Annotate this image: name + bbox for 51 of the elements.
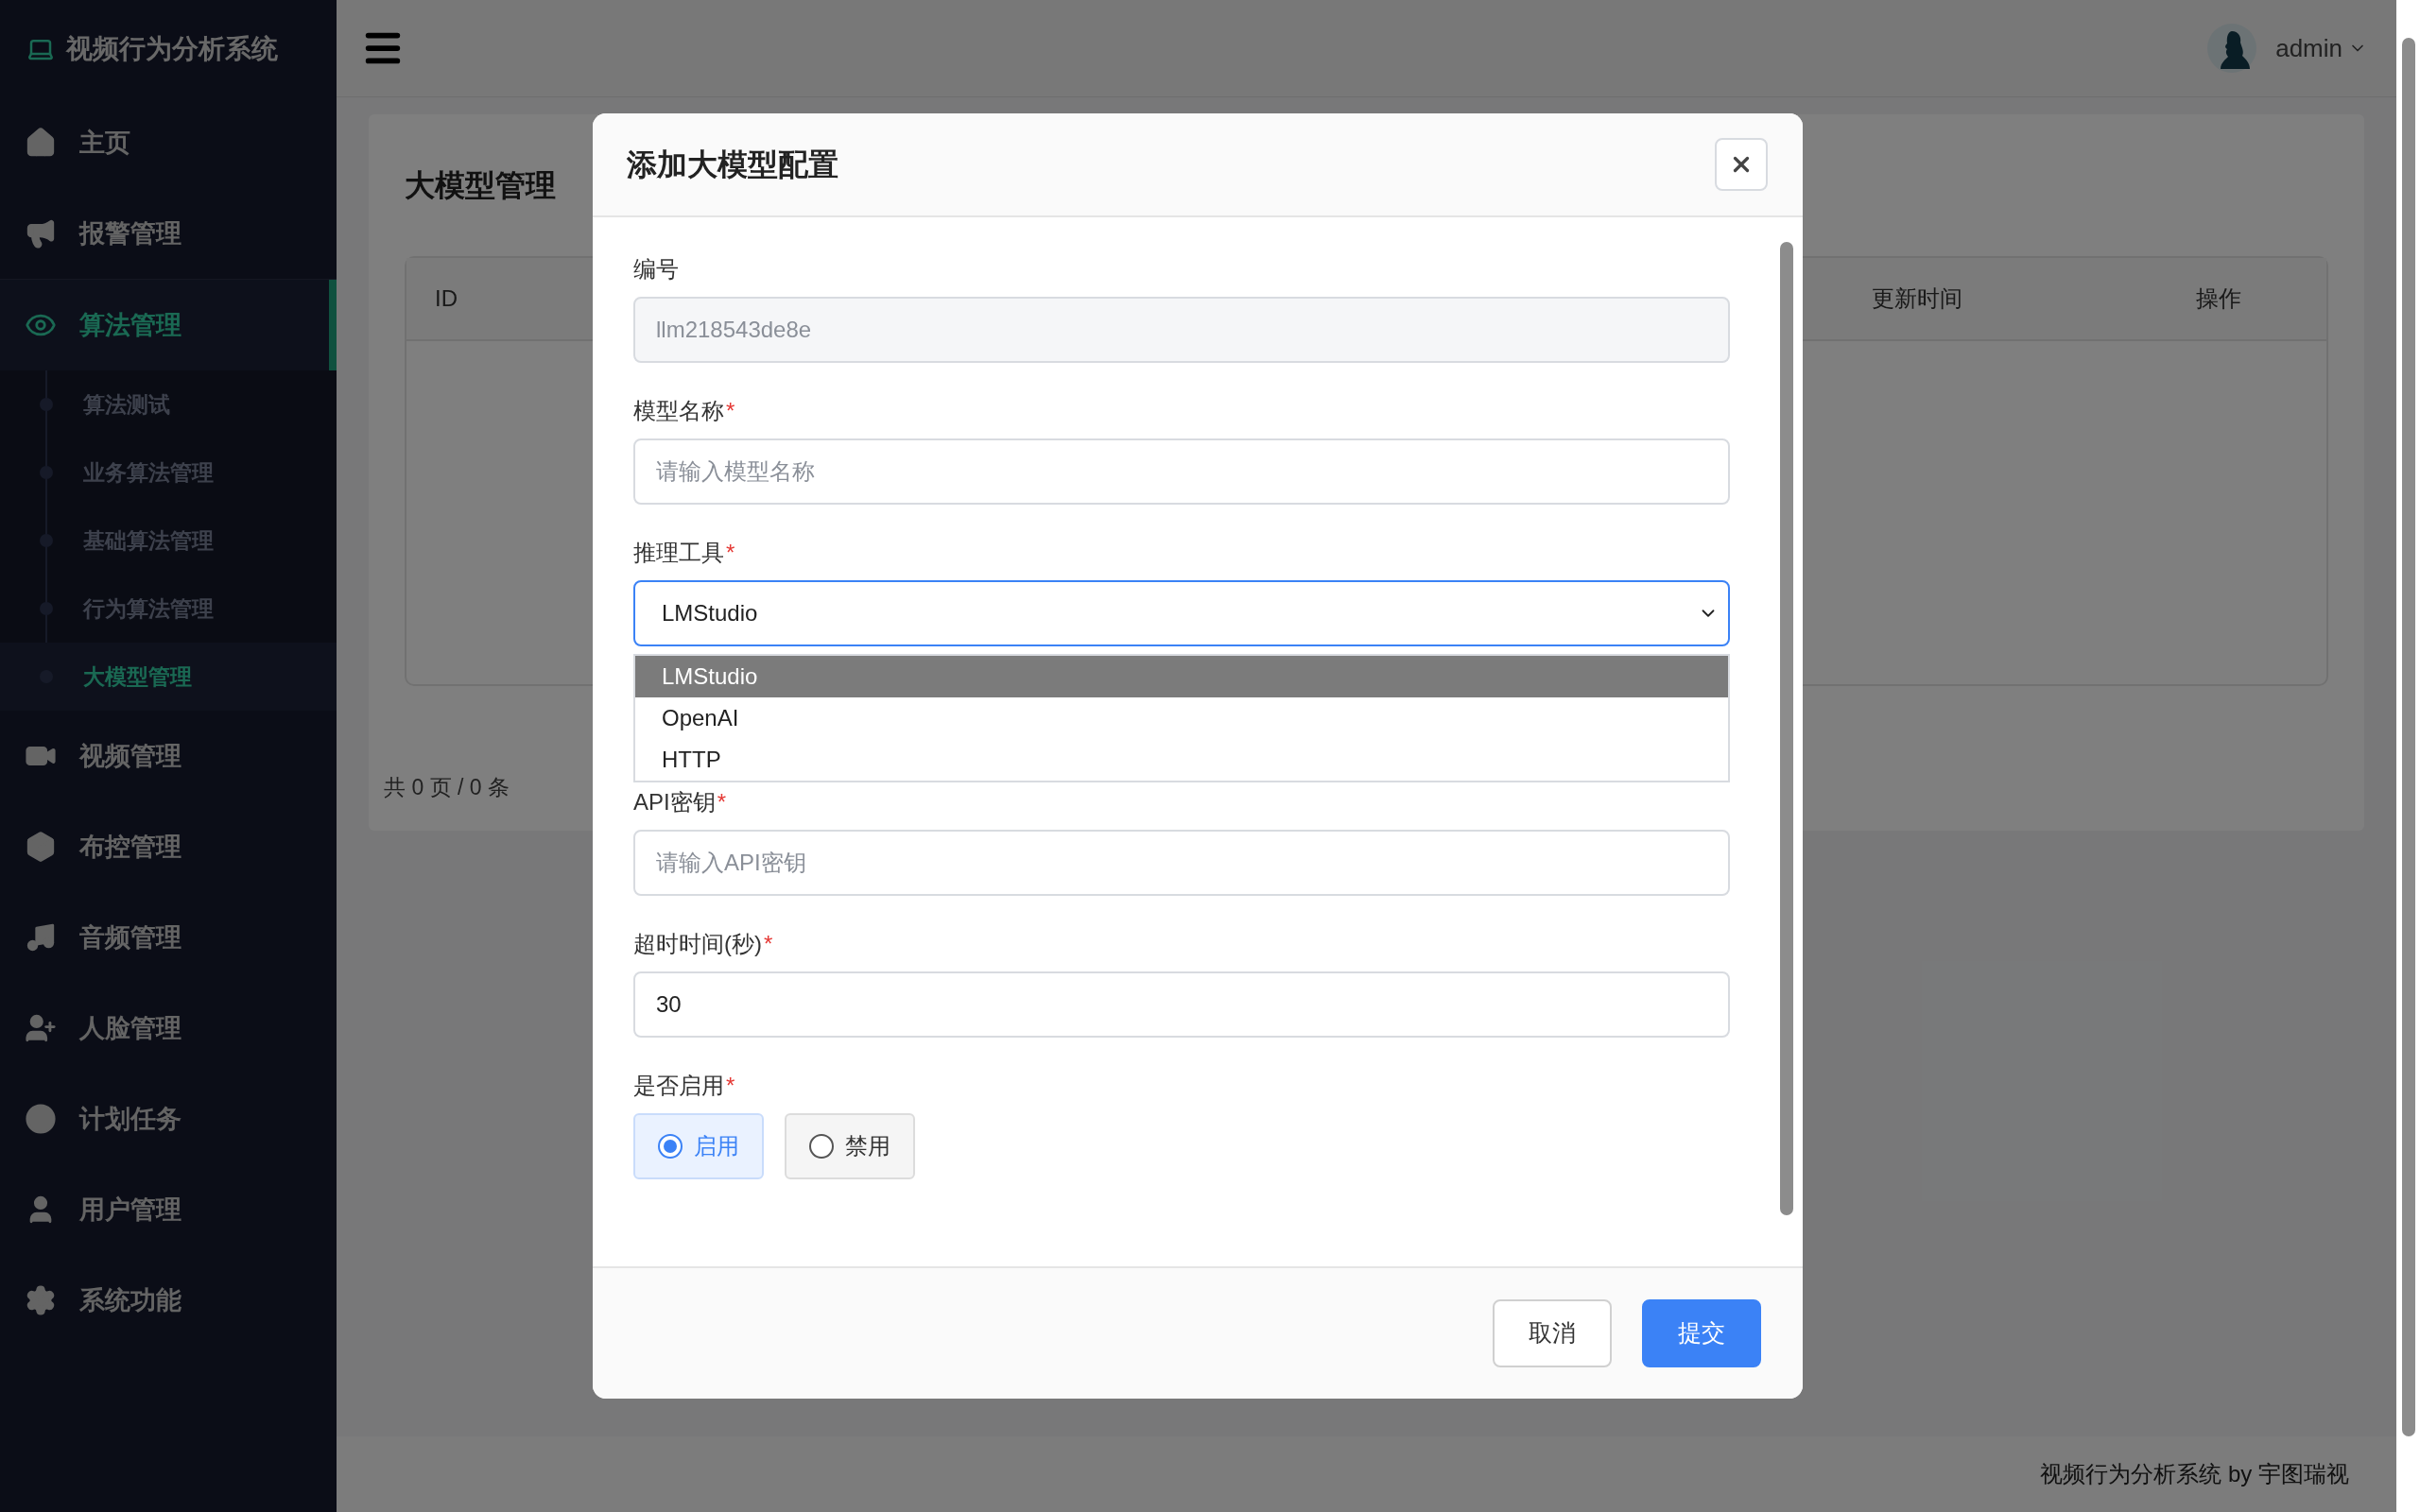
dropdown-option[interactable]: HTTP <box>635 739 1728 781</box>
dialog-title: 添加大模型配置 <box>627 146 838 183</box>
sidebar-item[interactable]: 音频管理 <box>0 892 337 983</box>
input-field[interactable]: 请输入API密钥 <box>633 830 1730 896</box>
required-mark: * <box>717 788 727 816</box>
input-field[interactable]: 30 <box>633 971 1730 1038</box>
required-mark: * <box>726 1072 735 1100</box>
submenu-item[interactable]: 大模型管理 <box>0 643 337 711</box>
page-scrollbar[interactable] <box>2401 38 2415 1436</box>
close-button[interactable] <box>1715 138 1768 191</box>
sidebar-item[interactable]: 布控管理 <box>0 801 337 892</box>
cancel-button[interactable]: 取消 <box>1493 1299 1612 1367</box>
sidebar-item[interactable]: 用户管理 <box>0 1164 337 1255</box>
dropdown-option[interactable]: OpenAI <box>635 697 1728 739</box>
sidebar-item[interactable]: 报警管理 <box>0 188 337 279</box>
radio-option[interactable]: 禁用 <box>785 1113 915 1179</box>
avatar-icon <box>2207 24 2257 73</box>
input-field[interactable]: 请输入模型名称 <box>633 438 1730 505</box>
sidebar-item[interactable]: 视频管理 <box>0 711 337 801</box>
column-header: 操作 <box>2196 284 2242 313</box>
field-label: 是否启用 <box>633 1072 724 1100</box>
submenu-item[interactable]: 算法测试 <box>0 370 337 438</box>
brand-title: 视频行为分析系统 <box>66 32 278 65</box>
submenu-item[interactable]: 行为算法管理 <box>0 575 337 643</box>
required-mark: * <box>764 930 773 958</box>
sidebar-item[interactable]: 计划任务 <box>0 1074 337 1164</box>
radio-icon <box>809 1134 834 1159</box>
pagination-info: 共 0 页 / 0 条 <box>384 775 510 799</box>
submenu-item[interactable]: 基础算法管理 <box>0 507 337 575</box>
radio-option[interactable]: 启用 <box>633 1113 764 1179</box>
submit-button[interactable]: 提交 <box>1642 1299 1761 1367</box>
required-mark: * <box>726 397 735 425</box>
field-label: 推理工具 <box>633 539 724 567</box>
sidebar-item[interactable]: 系统功能 <box>0 1255 337 1346</box>
field-label: 编号 <box>633 255 679 284</box>
sidebar-item[interactable]: 主页 <box>0 97 337 188</box>
dialog-scrollbar[interactable] <box>1780 242 1793 1215</box>
select-field[interactable]: LMStudio <box>633 580 1730 646</box>
sidebar-item[interactable]: 人脸管理 <box>0 983 337 1074</box>
footer-text: 视频行为分析系统 by 宇图瑞视 <box>2040 1460 2349 1488</box>
page-title: 大模型管理 <box>405 167 556 204</box>
field-label: API密钥 <box>633 788 716 816</box>
required-mark: * <box>726 539 735 567</box>
user-menu[interactable]: admin <box>2275 29 2367 67</box>
submenu-item[interactable]: 业务算法管理 <box>0 438 337 507</box>
field-label: 超时时间(秒) <box>633 930 762 958</box>
dropdown-option[interactable]: LMStudio <box>635 656 1728 697</box>
field-label: 模型名称 <box>633 397 724 425</box>
column-header: ID <box>435 284 458 313</box>
column-header: 更新时间 <box>1872 284 1963 313</box>
radio-icon <box>658 1134 683 1159</box>
